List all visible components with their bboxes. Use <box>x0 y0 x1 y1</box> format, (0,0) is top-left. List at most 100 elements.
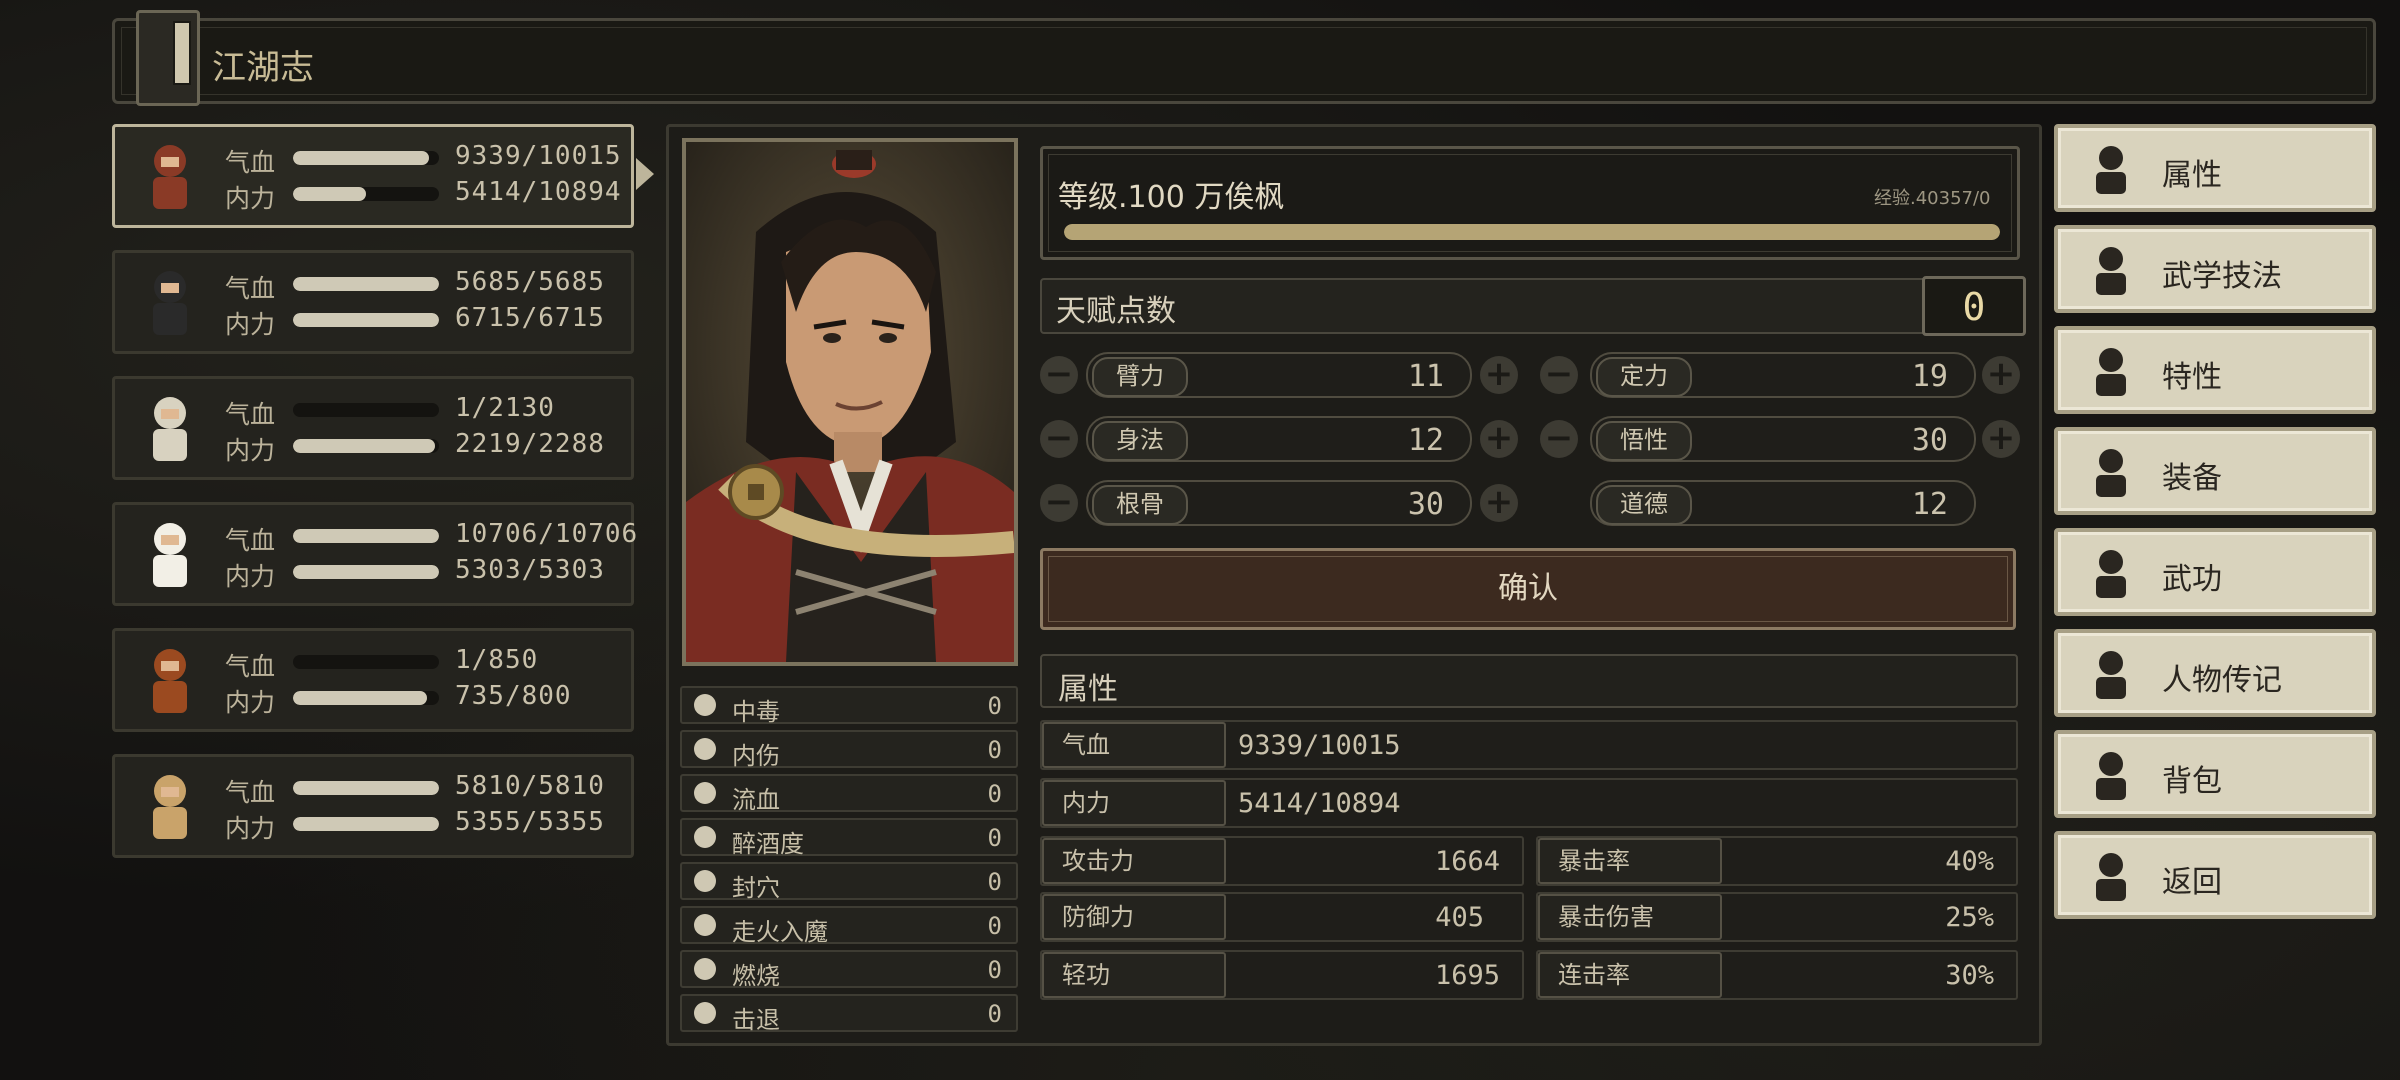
focus-plus-button[interactable]: + <box>1982 356 2020 394</box>
hp-value: 5810/5810 <box>455 771 605 801</box>
title-bar <box>112 18 2376 104</box>
menu-label: 武功 <box>2162 562 2222 597</box>
talent-points-row <box>1040 278 2026 334</box>
attributes-section-header <box>1040 654 2018 708</box>
hp-bar <box>293 781 439 795</box>
attr-value: 30 <box>1911 423 1948 458</box>
menu-button[interactable]: 属性 <box>2054 124 2376 212</box>
focus-minus-button[interactable]: − <box>1540 356 1578 394</box>
attr-value: 12 <box>1911 487 1948 522</box>
insight-plus-button[interactable]: + <box>1982 420 2020 458</box>
confirm-button[interactable]: 确认 <box>1040 548 2016 630</box>
party-member[interactable]: 气血 5685/5685 内力 6715/6715 <box>112 250 634 354</box>
party-member[interactable]: 气血 9339/10015 内力 5414/10894 <box>112 124 634 228</box>
agility-plus-button[interactable]: + <box>1480 420 1518 458</box>
attr-arm: 臂力 11 <box>1086 352 1472 398</box>
menu-button[interactable]: 武学技法 <box>2054 225 2376 313</box>
party-member[interactable]: 气血 10706/10706 内力 5303/5303 <box>112 502 637 606</box>
menu-button[interactable]: 装备 <box>2054 427 2376 515</box>
hp-value: 1/850 <box>455 645 539 675</box>
sword-icon <box>2080 441 2142 503</box>
confirm-label: 确认 <box>1498 571 1558 606</box>
status-effect-name: 流血 <box>732 786 780 814</box>
mp-value: 5355/5355 <box>455 807 605 837</box>
character-icon <box>2080 138 2142 200</box>
bone-minus-button[interactable]: − <box>1040 484 1078 522</box>
mp-bar <box>293 691 439 705</box>
member-avatar <box>125 509 215 599</box>
hp-bar-fill <box>293 529 439 543</box>
menu-button[interactable]: 武功 <box>2054 528 2376 616</box>
mp-bar-fill <box>293 565 439 579</box>
attr-morality: 道德 12 <box>1590 480 1976 526</box>
stat-value: 405 <box>1435 902 1484 933</box>
status-effect-row: 击退 0 <box>680 994 1018 1034</box>
status-effect-row: 燃烧 0 <box>680 950 1018 990</box>
experience-bar-fill <box>1064 224 2000 240</box>
stat-label: 暴击率 <box>1538 838 1722 884</box>
attr-bone: 根骨 30 <box>1086 480 1472 526</box>
mp-label: 内力 <box>225 436 276 465</box>
hp-bar-fill <box>293 781 439 795</box>
mp-bar-fill <box>293 187 366 201</box>
flame-icon <box>694 958 716 980</box>
party-member[interactable]: 气血 5810/5810 内力 5355/5355 <box>112 754 634 858</box>
status-effect-row: 醉酒度 0 <box>680 818 1018 858</box>
status-effect-value: 0 <box>987 956 1002 984</box>
mp-value: 735/800 <box>455 681 572 711</box>
bone-plus-button[interactable]: + <box>1480 484 1518 522</box>
hp-value: 9339/10015 <box>455 141 622 171</box>
member-avatar <box>125 131 215 221</box>
arm-plus-button[interactable]: + <box>1480 356 1518 394</box>
stat-label: 暴击伤害 <box>1538 894 1722 940</box>
hp-label: 气血 <box>225 400 276 429</box>
stat-label: 轻功 <box>1042 952 1226 998</box>
stat-hp-row: 气血 9339/10015 <box>1040 720 2018 770</box>
door-icon <box>2080 845 2142 907</box>
arm-minus-button[interactable]: − <box>1040 356 1078 394</box>
status-effect-value: 0 <box>987 780 1002 808</box>
hp-label: 气血 <box>225 652 276 681</box>
journal-book-icon <box>136 10 200 106</box>
mp-label: 内力 <box>225 310 276 339</box>
status-effect-row: 流血 0 <box>680 774 1018 814</box>
attr-value: 12 <box>1407 423 1444 458</box>
menu-button[interactable]: 特性 <box>2054 326 2376 414</box>
hp-value: 1/2130 <box>455 393 555 423</box>
agility-minus-button[interactable]: − <box>1040 420 1078 458</box>
mp-bar <box>293 565 439 579</box>
boot-icon <box>694 1002 716 1024</box>
mp-value: 5414/10894 <box>455 177 622 207</box>
selected-arrow-icon <box>636 158 654 190</box>
status-effect-name: 击退 <box>732 1006 780 1034</box>
talent-points-label: 天赋点数 <box>1056 294 1176 329</box>
insight-minus-button[interactable]: − <box>1540 420 1578 458</box>
martial-skill-icon <box>2080 239 2142 301</box>
status-effect-row: 中毒 0 <box>680 686 1018 726</box>
stat-value: 30% <box>1945 960 1994 991</box>
page-title: 江湖志 <box>212 48 314 88</box>
party-member[interactable]: 气血 1/2130 内力 2219/2288 <box>112 376 634 480</box>
stat-mp-row: 内力 5414/10894 <box>1040 778 2018 828</box>
stat-defense-row: 防御力 405 <box>1040 892 1524 942</box>
party-member[interactable]: 气血 1/850 内力 735/800 <box>112 628 634 732</box>
status-effect-value: 0 <box>987 692 1002 720</box>
attr-label: 根骨 <box>1092 485 1188 525</box>
menu-button[interactable]: 返回 <box>2054 831 2376 919</box>
mp-bar <box>293 187 439 201</box>
status-effect-value: 0 <box>987 868 1002 896</box>
status-effect-name: 醉酒度 <box>732 830 804 858</box>
attr-value: 30 <box>1407 487 1444 522</box>
mp-bar-fill <box>293 313 439 327</box>
hp-label: 气血 <box>225 274 276 303</box>
stat-value: 1695 <box>1434 960 1500 991</box>
stat-label: 防御力 <box>1042 894 1226 940</box>
status-effect-name: 走火入魔 <box>732 918 828 946</box>
menu-button[interactable]: 背包 <box>2054 730 2376 818</box>
mp-bar <box>293 439 439 453</box>
stat-attack-row: 攻击力 1664 <box>1040 836 1524 886</box>
menu-button[interactable]: 人物传记 <box>2054 629 2376 717</box>
menu-label: 武学技法 <box>2162 259 2282 294</box>
hp-bar <box>293 277 439 291</box>
bag-icon <box>2080 744 2142 806</box>
